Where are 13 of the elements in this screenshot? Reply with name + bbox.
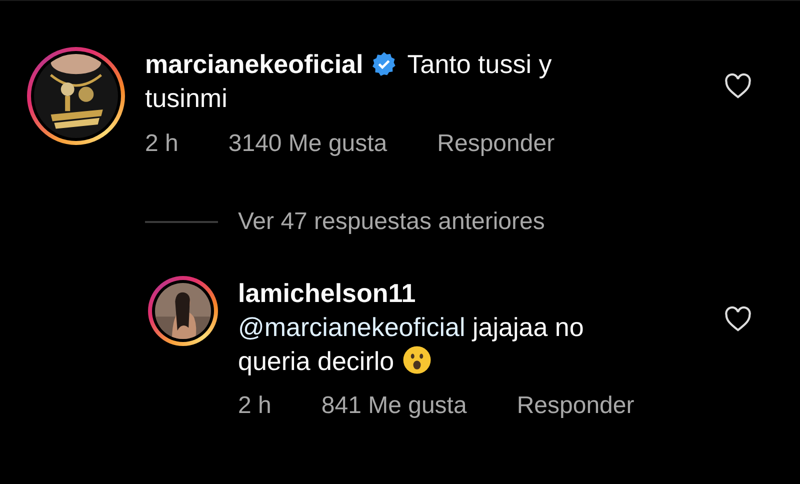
view-replies-button[interactable]: Ver 47 respuestas anteriores [238,208,545,236]
comment-time: 2 h [238,392,272,420]
like-button[interactable] [724,73,752,99]
reply-button[interactable]: Responder [516,392,634,420]
like-button[interactable] [724,306,752,332]
reply-button[interactable]: Responder [437,130,555,158]
heart-icon [724,73,752,99]
comment-text: lamichelson11 @marcianekeoficial jajajaa no queria decirlo [238,277,585,378]
comment-time: 2 h [145,130,178,158]
heart-icon [724,306,752,332]
like-count[interactable]: 841 Me gusta [321,392,467,420]
like-count[interactable]: 3140 Me gusta [228,130,388,158]
comment-text: marcianekeoficial Tanto tussi y tusinmi [145,48,553,115]
